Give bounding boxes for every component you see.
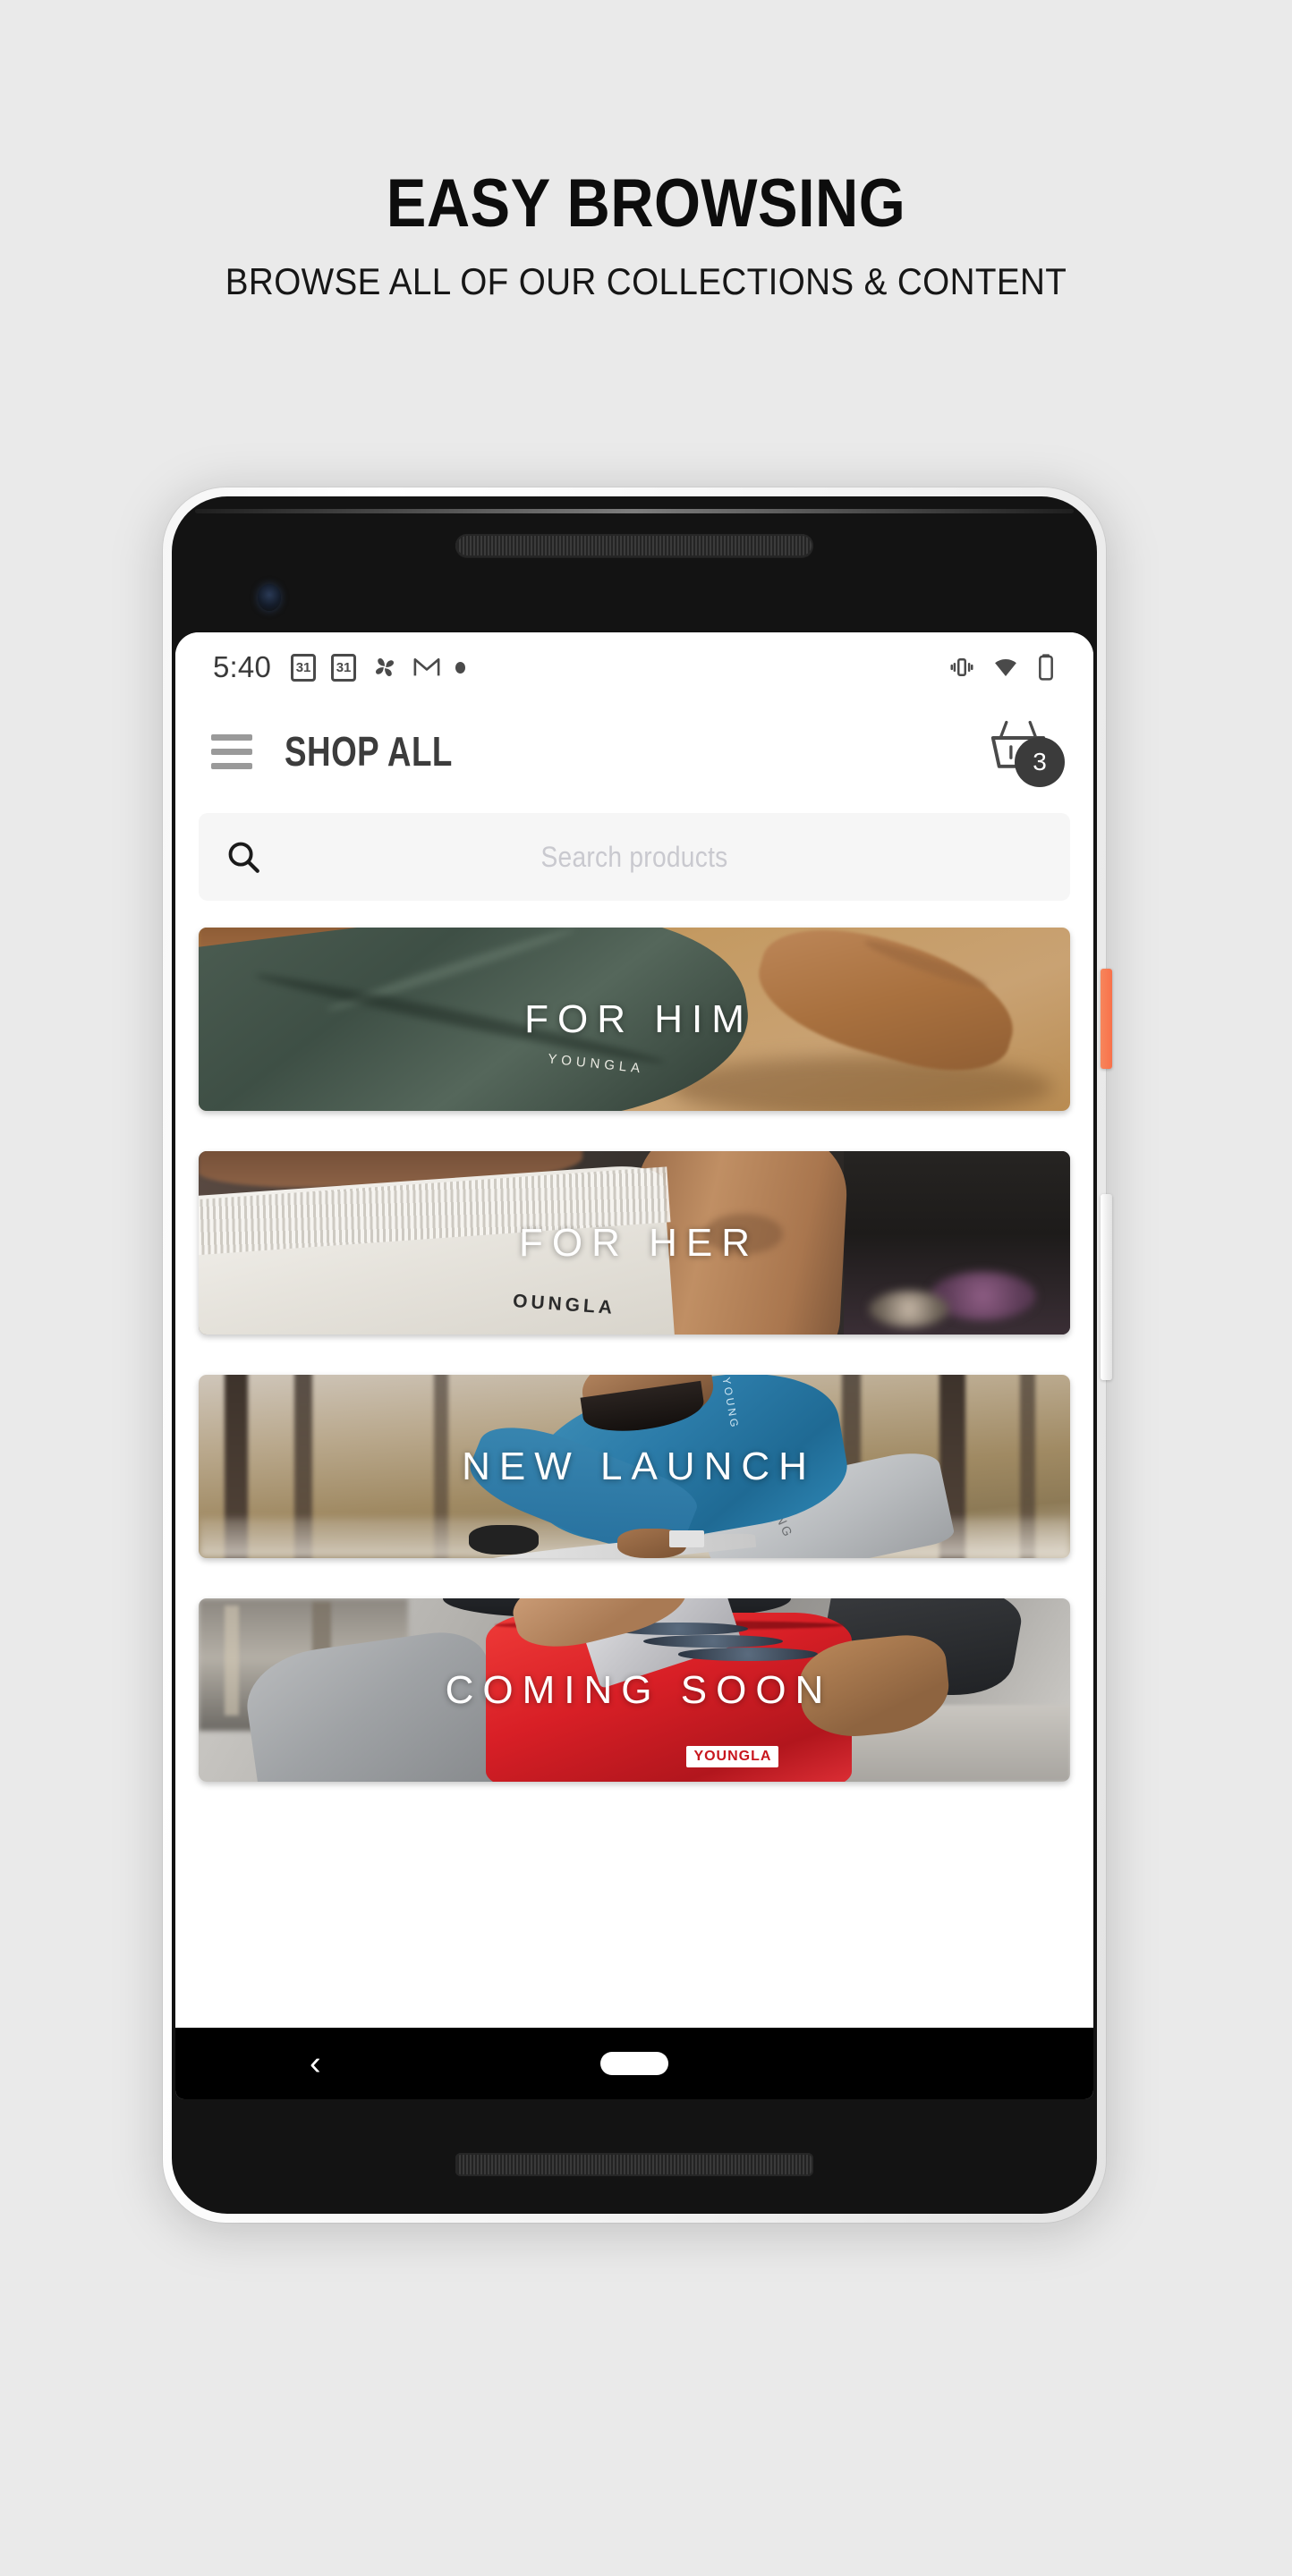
search-input[interactable]: Search products — [199, 813, 1070, 901]
phone-bezel: 5:40 31 31 SHOP ALL 3 Search products YO… — [172, 496, 1097, 2214]
home-indicator-pill[interactable] — [600, 2052, 668, 2075]
category-card-list: YOUNGLA FOR HIM OUNGLA FOR HER YOUNG NEW… — [175, 901, 1093, 2028]
category-card-for-him[interactable]: YOUNGLA FOR HIM — [199, 928, 1070, 1111]
hamburger-bar — [211, 762, 252, 769]
search-row: Search products — [175, 801, 1093, 901]
dot-icon — [455, 661, 466, 674]
category-card-label: FOR HIM — [524, 996, 753, 1041]
status-time: 5:40 — [213, 650, 272, 683]
front-camera-icon — [258, 584, 281, 611]
volume-rocker-button[interactable] — [1101, 1194, 1112, 1380]
status-icons-right — [948, 653, 1056, 682]
bezel-highlight — [195, 509, 1074, 513]
photos-pinwheel-icon — [376, 658, 395, 676]
hamburger-bar — [211, 733, 252, 741]
hamburger-bar — [211, 748, 252, 755]
wifi-icon — [995, 659, 1016, 676]
page-title: EASY BROWSING — [386, 165, 906, 242]
calendar-icon: 31 — [331, 653, 357, 682]
category-card-for-her[interactable]: OUNGLA FOR HER — [199, 1151, 1070, 1335]
category-card-label: FOR HER — [519, 1220, 759, 1265]
earpiece-speaker — [455, 534, 813, 557]
vibrate-icon — [950, 658, 973, 676]
category-card-label: NEW LAUNCH — [462, 1444, 816, 1488]
promo-screenshot: EASY BROWSING BROWSE ALL OF OUR COLLECTI… — [0, 0, 1292, 2576]
app-bar-title: SHOP ALL — [285, 728, 453, 775]
power-button[interactable] — [1101, 969, 1112, 1069]
status-icons-left: 31 31 — [291, 653, 466, 682]
system-navigation-bar: ‹ — [175, 2028, 1093, 2099]
category-card-new-launch[interactable]: YOUNG YOUNG NEW LAUNCH — [199, 1375, 1070, 1558]
cart-count-badge: 3 — [1015, 737, 1065, 787]
bottom-speaker-grille — [455, 2153, 813, 2176]
phone-mockup: 5:40 31 31 SHOP ALL 3 Search products YO… — [163, 487, 1112, 2223]
gmail-icon — [413, 657, 440, 676]
phone-screen: 5:40 31 31 SHOP ALL 3 Search products YO… — [175, 632, 1093, 2099]
battery-icon — [1039, 654, 1053, 681]
page-subtitle: BROWSE ALL OF OUR COLLECTIONS & CONTENT — [225, 260, 1067, 302]
hamburger-menu-icon[interactable] — [211, 733, 252, 769]
status-bar: 5:40 31 31 — [175, 632, 1093, 702]
calendar-icon: 31 — [291, 653, 317, 682]
search-placeholder: Search products — [540, 840, 728, 873]
category-card-label: COMING SOON — [445, 1667, 833, 1712]
category-card-coming-soon[interactable]: YOUNGLA COMING SOON — [199, 1598, 1070, 1782]
app-bar: SHOP ALL 3 — [175, 702, 1093, 801]
cart-button[interactable]: 3 — [986, 714, 1065, 789]
promo-heading: EASY BROWSING BROWSE ALL OF OUR COLLECTI… — [0, 170, 1292, 302]
back-button-icon[interactable]: ‹ — [310, 2046, 321, 2080]
